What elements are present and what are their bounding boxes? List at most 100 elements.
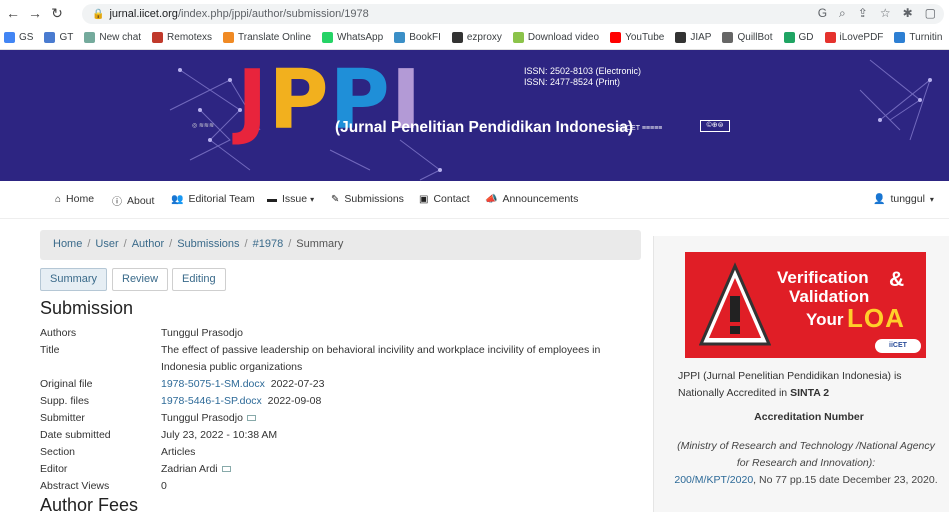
bookmark-icon (44, 32, 56, 43)
title-value-line1: The effect of passive leadership on beha… (161, 344, 601, 356)
url-path: /index.php/jppi/author/submission/1978 (177, 8, 369, 20)
email-icon[interactable] (246, 415, 256, 422)
bookmark-item[interactable]: ezproxy (451, 32, 502, 43)
bookmark-label: QuillBot (737, 32, 773, 43)
star-icon[interactable]: ☆ (880, 6, 891, 21)
bookmark-item[interactable]: WhatsApp (322, 32, 383, 43)
original-file-link[interactable]: 1978-5075-1-SM.docx (161, 378, 265, 390)
nav-issue[interactable]: ▬ Issue ▾ (267, 193, 314, 205)
extensions-icon[interactable]: ✱ (903, 6, 913, 21)
sidepanel-icon[interactable]: ▢ (925, 6, 936, 21)
iicet-badge: iiCET (875, 339, 921, 353)
bookmark-icon (722, 32, 734, 43)
nav-user-menu[interactable]: 👤 tunggul ▾ (873, 193, 934, 205)
abstract-views-label: Abstract Views (40, 480, 110, 492)
bookmark-item[interactable]: GT (44, 32, 73, 43)
nav-submissions-label: Submissions (344, 193, 404, 205)
home-icon: ⌂ (55, 193, 62, 205)
address-bar[interactable]: 🔒 jurnal.iicet.org/index.php/jppi/author… (82, 4, 944, 24)
indexing-logo: ◎ ≋≋≋ (192, 123, 214, 129)
decree-link[interactable]: 200/M/KPT/2020 (674, 474, 753, 486)
logo-letter: P (268, 53, 329, 148)
right-sidebar: Verification & Validation Your LOA iiCET… (653, 236, 949, 512)
browser-toolbar: ← → ↻ 🔒 jurnal.iicet.org/index.php/jppi/… (0, 0, 949, 26)
supp-file-link[interactable]: 1978-5446-1-SP.docx (161, 395, 262, 407)
bookmark-label: Download video (527, 32, 600, 43)
breadcrumb-separator: / (244, 238, 248, 250)
loa-ampersand: & (889, 268, 905, 291)
breadcrumb-author[interactable]: Author (132, 238, 164, 250)
bookmark-item[interactable]: GD (783, 32, 814, 43)
publisher-name: IICET (622, 125, 640, 132)
bookmark-item[interactable]: Remotexs (152, 32, 212, 43)
tab-summary[interactable]: Summary (40, 268, 108, 291)
loa-verification-banner[interactable]: Verification & Validation Your LOA iiCET (685, 252, 926, 358)
back-icon[interactable]: ← (4, 5, 22, 21)
bookmark-label: BookFI (409, 32, 441, 43)
bookmark-item[interactable]: Turnitin (894, 32, 942, 43)
decree-text: 200/M/KPT/2020, No 77 pp.15 date Decembe… (674, 472, 938, 489)
authors-label: Authors (40, 327, 77, 339)
breadcrumb-submissions[interactable]: Submissions (177, 238, 239, 250)
title-value-line2: Indonesia public organizations (161, 361, 303, 373)
tab-review[interactable]: Review (112, 268, 169, 291)
bookmark-item[interactable]: GS (4, 32, 33, 43)
breadcrumb-submission-id[interactable]: #1978 (253, 238, 284, 250)
caret-down-icon: ▾ (310, 194, 315, 204)
bookmark-item[interactable]: YouTube (610, 32, 664, 43)
email-icon[interactable] (221, 466, 231, 473)
user-icon: 👤 (873, 193, 886, 205)
users-icon: 👥 (171, 193, 184, 205)
nav-about[interactable]: ⓘ About (112, 193, 154, 209)
edit-icon: ✎ (331, 193, 340, 205)
ministry-text: (Ministry of Research and Technology /Na… (677, 440, 935, 469)
nav-contact-label: Contact (433, 193, 470, 205)
zoom-icon[interactable]: ⌕ (839, 6, 846, 21)
supp-file-date: 2022-09-08 (267, 395, 322, 407)
info-icon: ⓘ (112, 197, 122, 208)
nav-issue-label: Issue (282, 193, 308, 205)
accreditation-text: JPPI (Jurnal Penelitian Pendidikan Indon… (678, 368, 940, 402)
issn-info: ISSN: 2502-8103 (Electronic) ISSN: 2477-… (524, 66, 641, 88)
issn-print: ISSN: 2477-8524 (Print) (524, 77, 621, 87)
cc-license-badge: ©⊕⊜ (700, 120, 730, 132)
editor-label: Editor (40, 463, 68, 475)
bookmark-item[interactable]: iLovePDF (824, 32, 884, 43)
share-icon[interactable]: ⇪ (858, 6, 868, 21)
bookmark-item[interactable]: Download video (512, 32, 600, 43)
submitter-value: Tunggul Prasodjo (161, 412, 243, 424)
contact-icon: ▣ (419, 193, 429, 205)
bookmark-icon (4, 32, 15, 43)
section-label: Section (40, 446, 76, 458)
breadcrumb-home[interactable]: Home (53, 238, 82, 250)
submitter-label: Submitter (40, 412, 85, 424)
logo-letter: J (237, 53, 267, 148)
nav-contact[interactable]: ▣ Contact (419, 193, 470, 205)
loa-your-text: Your (806, 310, 844, 329)
breadcrumb-separator: / (87, 238, 91, 250)
reload-icon[interactable]: ↻ (48, 5, 66, 22)
lock-icon[interactable]: 🔒 (92, 9, 104, 20)
bookmark-label: GS (19, 32, 34, 43)
breadcrumb-user[interactable]: User (95, 238, 118, 250)
author-fees-heading: Author Fees (40, 495, 139, 512)
bookmark-icon (152, 32, 164, 43)
issn-electronic: ISSN: 2502-8103 (Electronic) (524, 66, 642, 76)
bookmark-label: Remotexs (167, 32, 213, 43)
bookmark-item[interactable]: QuillBot (722, 32, 773, 43)
bookmark-item[interactable]: JIAP (675, 32, 711, 43)
bookmark-icon (84, 32, 96, 43)
nav-submissions[interactable]: ✎ Submissions (331, 193, 404, 205)
bookmark-item[interactable]: BookFI (394, 32, 441, 43)
nav-home[interactable]: ⌂ Home (55, 193, 94, 205)
bookmark-item[interactable]: New chat (84, 32, 141, 43)
megaphone-icon: 📣 (485, 193, 498, 205)
google-icon[interactable]: G (818, 6, 827, 21)
bookmark-item[interactable]: Translate Online (223, 32, 311, 43)
main-navigation: ⌂ Home ⓘ About 👥 Editorial Team ▬ Issue ▾ ✎ Su… (0, 181, 949, 219)
tab-editing[interactable]: Editing (172, 268, 226, 291)
bookmark-label: iLovePDF (839, 32, 884, 43)
forward-icon[interactable]: → (26, 5, 44, 21)
nav-announcements[interactable]: 📣 Announcements (485, 193, 578, 205)
nav-editorial-team[interactable]: 👥 Editorial Team (171, 193, 255, 205)
